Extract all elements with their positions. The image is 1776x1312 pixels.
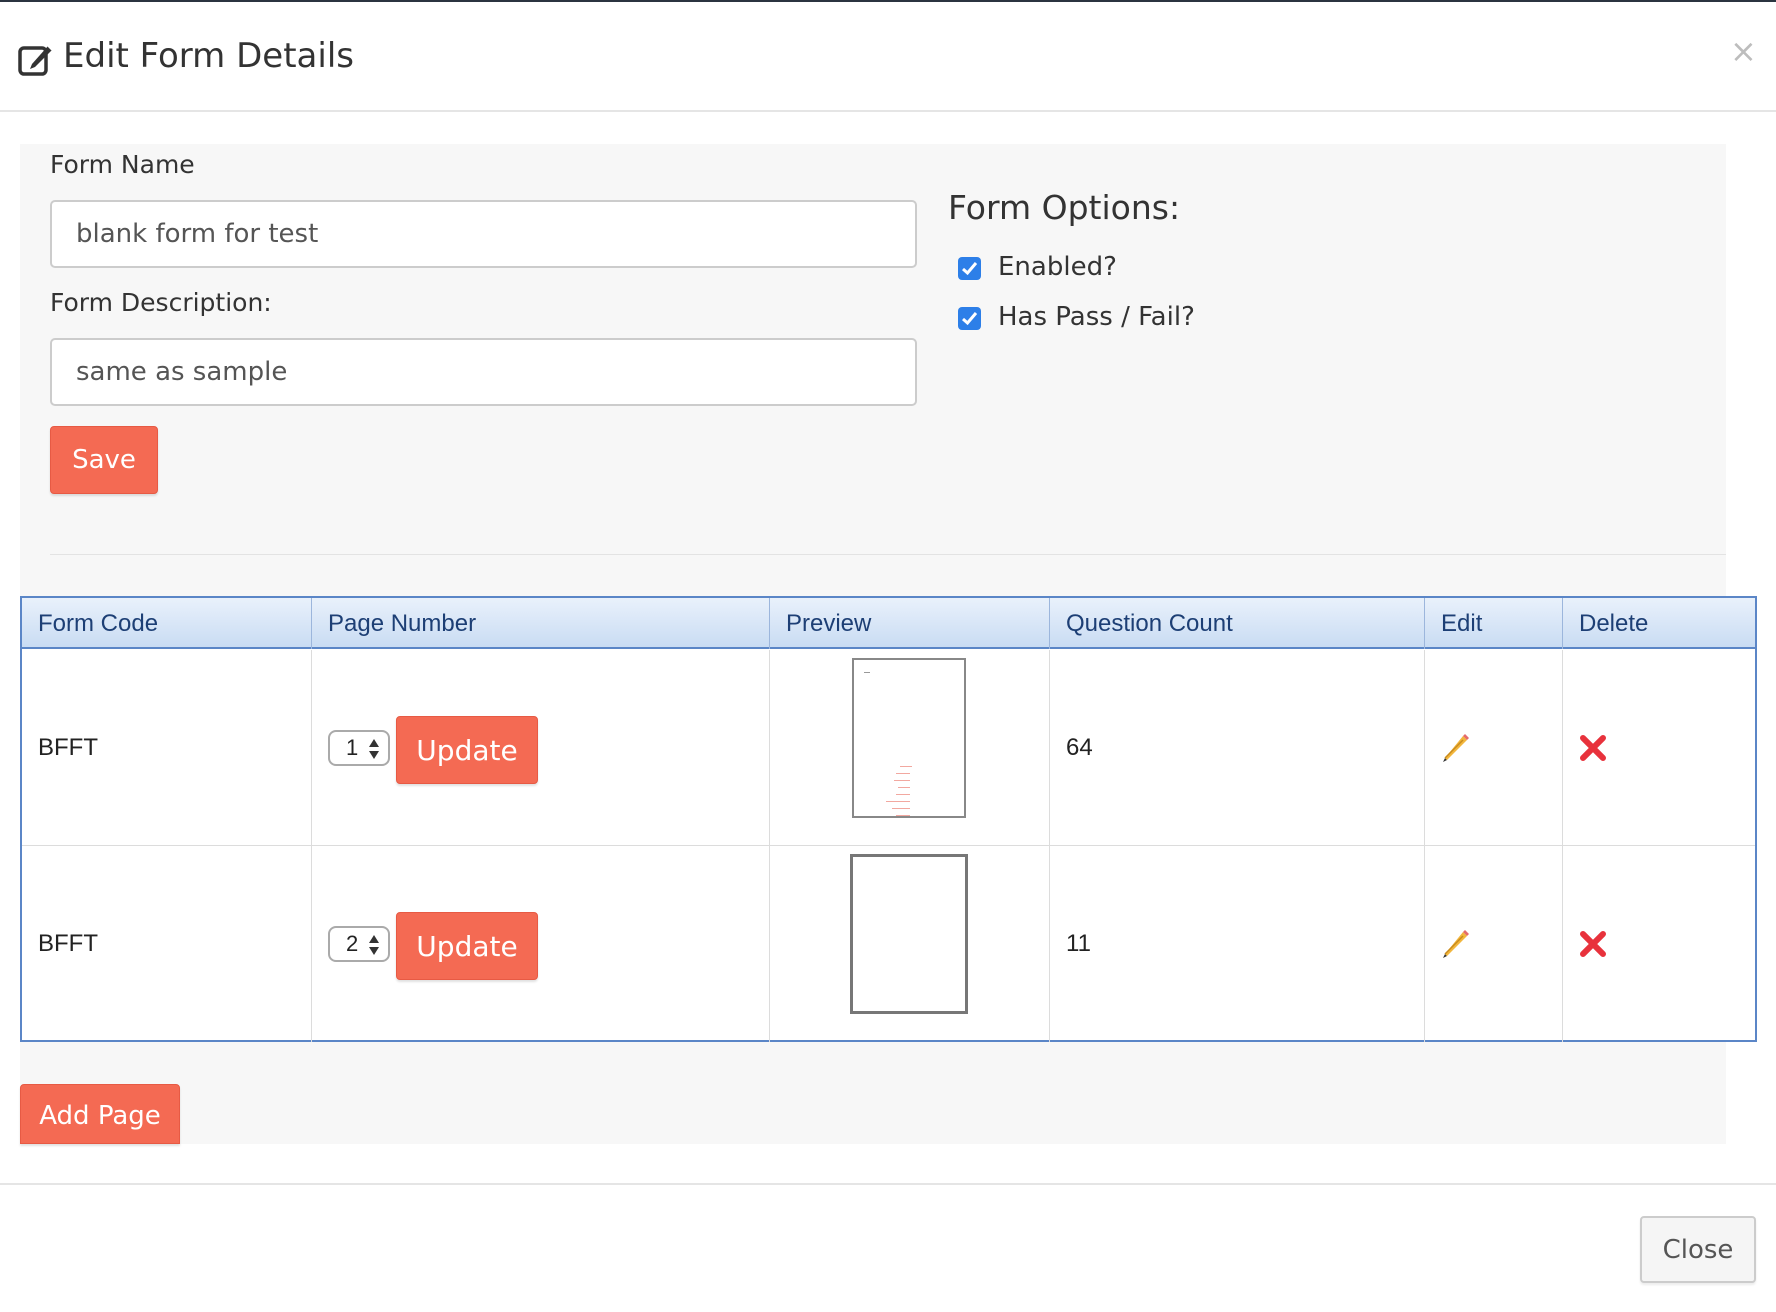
delete-x-icon[interactable] [1577,732,1609,764]
page-number-value: 1 [346,735,359,760]
page-number-value: 2 [346,931,359,956]
form-description-input[interactable]: same as sample [50,338,917,406]
question-count-value: 64 [1066,734,1093,761]
has-pass-fail-label: Has Pass / Fail? [998,302,1195,332]
table-row: BFFT 1 Update 64 [22,650,1755,846]
page-preview-thumbnail[interactable] [850,854,968,1014]
cell-form-code: BFFT [22,650,312,846]
cell-delete [1563,846,1755,1042]
page-number-stepper[interactable]: 2 [328,926,390,962]
delete-x-icon[interactable] [1577,928,1609,960]
cell-preview [770,846,1050,1042]
form-name-label: Form Name [50,150,195,179]
check-icon [962,312,978,326]
close-button[interactable]: Close [1640,1216,1756,1283]
close-icon[interactable]: × [1730,32,1757,70]
header-form-code: Form Code [22,598,312,649]
cell-edit [1425,650,1563,846]
header-preview: Preview [770,598,1050,649]
cell-page-number: 2 Update [312,846,770,1042]
cell-edit [1425,846,1563,1042]
update-button[interactable]: Update [396,716,538,784]
check-icon [962,262,978,276]
cell-delete [1563,650,1755,846]
thumb-text [898,787,910,788]
cell-question-count: 64 [1050,650,1425,846]
update-button[interactable]: Update [396,912,538,980]
question-count-value: 11 [1066,930,1091,957]
cell-preview [770,650,1050,846]
enabled-checkbox[interactable] [958,257,981,280]
page-preview-thumbnail[interactable] [852,658,966,818]
thumb-text [896,794,910,795]
table-header: Form Code Page Number Preview Question C… [22,598,1755,649]
thumb-text [886,801,910,802]
header-edit: Edit [1425,598,1563,649]
thumb-text [896,815,910,816]
page-number-stepper[interactable]: 1 [328,730,390,766]
form-code-value: BFFT [38,734,98,761]
enabled-label: Enabled? [998,252,1117,282]
spinner-arrows-icon[interactable] [368,736,380,762]
modal-title: Edit Form Details [63,36,354,76]
edit-square-icon [18,45,53,76]
pencil-icon[interactable] [1439,732,1471,764]
section-divider [50,554,1726,555]
cell-page-number: 1 Update [312,650,770,846]
cell-question-count: 11 [1050,846,1425,1042]
add-page-button[interactable]: Add Page [20,1084,180,1144]
header-page-number: Page Number [312,598,770,649]
thumb-text [892,808,910,809]
header-question-count: Question Count [1050,598,1425,649]
modal-header: Edit Form Details × [0,2,1776,112]
form-name-input[interactable]: blank form for test [50,200,917,268]
form-code-value: BFFT [38,930,98,957]
header-delete: Delete [1579,609,1649,637]
save-button[interactable]: Save [50,426,158,494]
spinner-arrows-icon[interactable] [368,932,380,958]
form-description-label: Form Description: [50,288,272,317]
thumb-text [864,672,870,673]
table-row: BFFT 2 Update 11 [22,846,1755,1042]
thumb-text [896,773,910,774]
thumb-text [900,766,912,767]
footer-divider [0,1183,1776,1185]
has-pass-fail-checkbox[interactable] [958,307,981,330]
pages-table: Form Code Page Number Preview Question C… [20,596,1757,1042]
form-options-title: Form Options: [948,188,1181,227]
pencil-icon[interactable] [1439,928,1471,960]
cell-form-code: BFFT [22,846,312,1042]
thumb-text [894,780,910,781]
